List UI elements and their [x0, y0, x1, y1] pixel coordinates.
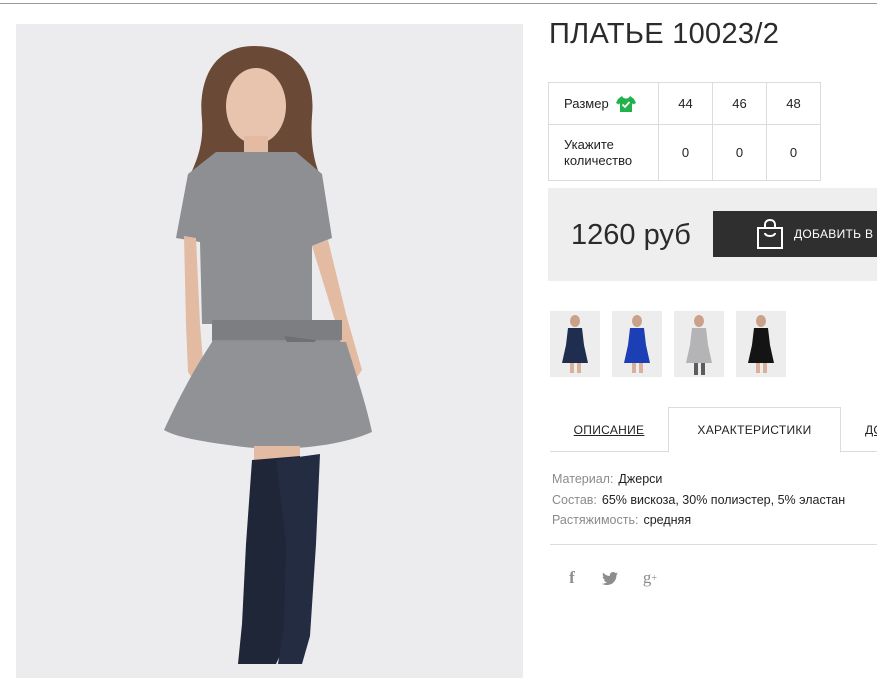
tab-characteristics[interactable]: ХАРАКТЕРИСТИКИ — [668, 407, 841, 453]
specs-divider — [550, 544, 877, 545]
quantity-input-44[interactable]: 0 — [658, 124, 713, 181]
thumbnail-navy[interactable] — [550, 311, 600, 377]
thumbnail-navy-dress — [562, 315, 588, 373]
plus-sign: + — [651, 572, 658, 584]
size-label-cell: Размер — [548, 82, 659, 125]
thumb-dress — [624, 328, 650, 363]
tab-description[interactable]: ОПИСАНИЕ — [550, 407, 668, 452]
thumbnail-gray[interactable] — [674, 311, 724, 377]
thumbnail-gray-dress — [686, 315, 712, 375]
product-price: 1260 руб — [571, 219, 691, 251]
product-tabs: ОПИСАНИЕ ХАРАКТЕРИСТИКИ ДО — [550, 407, 877, 453]
model-illustration — [16, 24, 523, 678]
spec-row-composition: Состав: 65% вискоза, 30% полиэстер, 5% эл… — [552, 490, 845, 511]
google-plus-letter: g — [642, 568, 652, 587]
google-plus-icon[interactable]: g + — [640, 568, 660, 588]
tab-delivery[interactable]: ДО — [841, 407, 877, 452]
thumb-dress — [748, 328, 774, 363]
price-panel: 1260 руб ДОБАВИТЬ В — [548, 188, 877, 281]
spec-value: Джерси — [618, 472, 663, 486]
top-divider — [0, 3, 877, 4]
thumb-dress — [562, 328, 588, 363]
thumb-dress — [686, 328, 712, 363]
thumbnail-black[interactable] — [736, 311, 786, 377]
quantity-input-48[interactable]: 0 — [766, 124, 821, 181]
size-label: Размер — [564, 95, 609, 111]
spec-row-material: Материал: Джерси — [552, 469, 845, 490]
quantity-row: Укажите количество 0 0 0 — [548, 124, 821, 181]
spec-key: Растяжимость: — [552, 513, 639, 527]
social-share: f g + — [566, 568, 660, 588]
facebook-icon[interactable]: f — [566, 568, 578, 588]
size-option-46[interactable]: 46 — [712, 82, 767, 125]
spec-value: средняя — [643, 513, 692, 527]
shopping-bag-icon — [757, 219, 783, 249]
thumbnail-black-dress — [748, 315, 774, 373]
spec-value: 65% вискоза, 30% полиэстер, 5% эластан — [601, 492, 846, 507]
spec-key: Состав: — [552, 492, 597, 507]
specifications-list: Материал: Джерси Состав: 65% вискоза, 30% … — [552, 469, 845, 531]
size-table: Размер 44 46 48 Укажите количество 0 0 0 — [548, 82, 821, 181]
size-option-44[interactable]: 44 — [658, 82, 713, 125]
tshirt-check-icon — [615, 95, 636, 112]
main-product-image[interactable] — [16, 24, 523, 678]
thumbnail-blue[interactable] — [612, 311, 662, 377]
quantity-label: Укажите количество — [564, 136, 633, 168]
quantity-input-46[interactable]: 0 — [712, 124, 767, 181]
twitter-icon[interactable] — [602, 571, 618, 585]
spec-row-stretch: Растяжимость: средняя — [552, 510, 845, 531]
spec-key: Материал: — [552, 472, 614, 486]
quantity-label-cell: Укажите количество — [548, 124, 659, 181]
add-to-cart-label: ДОБАВИТЬ В — [794, 227, 874, 241]
twitter-bird-shape — [602, 571, 618, 585]
size-row: Размер 44 46 48 — [548, 82, 821, 125]
product-title: ПЛАТЬЕ 10023/2 — [549, 18, 780, 50]
size-option-48[interactable]: 48 — [766, 82, 821, 125]
add-to-cart-button[interactable]: ДОБАВИТЬ В — [713, 211, 877, 257]
thumbnail-blue-dress — [624, 315, 650, 373]
